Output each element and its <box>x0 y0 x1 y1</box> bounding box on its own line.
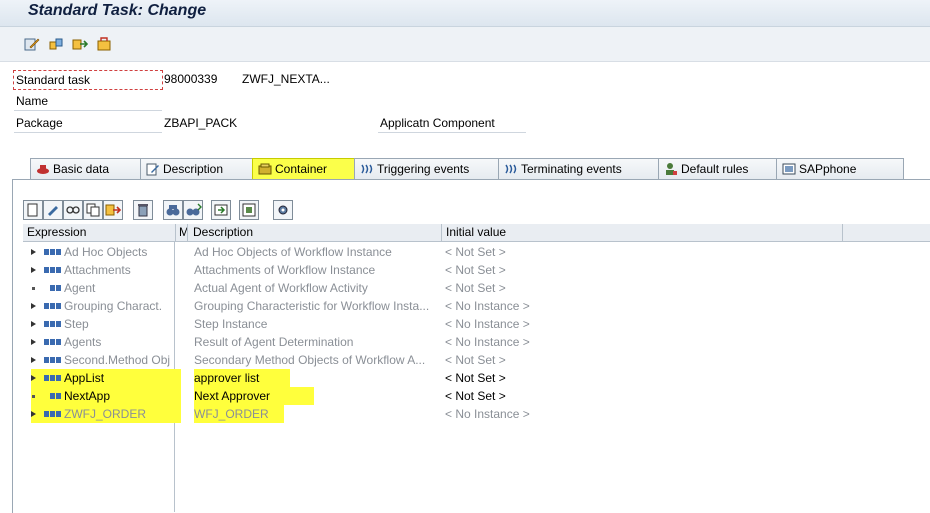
expression-name: Agents <box>64 335 102 349</box>
tab-label: Basic data <box>53 162 110 176</box>
element-description: Step Instance <box>194 317 268 331</box>
delete-icon[interactable] <box>133 200 153 220</box>
tab-label: Container <box>275 162 328 176</box>
transport-icon[interactable] <box>96 36 112 52</box>
event-icon <box>361 164 373 174</box>
table-row[interactable]: Grouping Charact. Grouping Characteristi… <box>23 297 930 315</box>
tab-label: Description <box>163 162 224 176</box>
object-icon <box>44 411 61 417</box>
column-m[interactable]: M <box>175 224 188 241</box>
name-label: Name <box>14 92 162 111</box>
title-bar: Standard Task: Change <box>0 0 930 27</box>
table-row-nextapp[interactable]: NextApp Next Approver < Not Set > <box>23 387 930 405</box>
expression-name: Grouping Charact. <box>64 299 163 313</box>
edit-element-icon[interactable] <box>43 200 63 220</box>
initial-value: < No Instance > <box>445 317 530 331</box>
display-icon[interactable] <box>63 200 83 220</box>
package-label: Package <box>14 114 162 133</box>
tab-label: Triggering events <box>377 162 470 176</box>
standard-task-label: Standard task <box>13 70 163 90</box>
other-object-icon[interactable] <box>48 36 64 52</box>
container-icon <box>258 163 272 175</box>
object-icon <box>44 375 61 381</box>
tab-label: Terminating events <box>521 162 622 176</box>
edit-icon <box>146 163 159 176</box>
table-row[interactable]: Agent Actual Agent of Workflow Activity … <box>23 279 930 297</box>
copy-icon[interactable] <box>83 200 103 220</box>
expression-name: NextApp <box>64 389 111 403</box>
element-description: Ad Hoc Objects of Workflow Instance <box>194 245 392 259</box>
object-icon <box>50 393 61 399</box>
expression-name: Second.Method Obj <box>64 353 171 367</box>
standard-task-id: 98000339 <box>164 72 218 86</box>
tab-triggering-events[interactable]: Triggering events <box>354 158 516 179</box>
object-icon <box>44 321 61 327</box>
settings-icon[interactable] <box>273 200 293 220</box>
column-initial-value[interactable]: Initial value <box>442 224 843 241</box>
expression-name: AppList <box>64 371 105 385</box>
print-icon[interactable] <box>211 200 231 220</box>
application-toolbar <box>0 27 930 62</box>
expression-name: Step <box>64 317 89 331</box>
application-component-label: Applicatn Component <box>378 114 526 133</box>
hat-icon <box>37 165 49 174</box>
element-description: Result of Agent Determination <box>194 335 354 349</box>
user-rule-icon <box>666 163 677 175</box>
column-description[interactable]: Description <box>189 224 442 241</box>
expression-name: ZWFJ_ORDER <box>64 407 146 421</box>
tab-default-rules[interactable]: Default rules <box>658 158 794 179</box>
grid-header: Expression M Description Initial value <box>23 224 930 242</box>
table-row-zwfj-order[interactable]: ZWFJ_ORDER WFJ_ORDER < No Instance > <box>23 405 930 423</box>
standard-task-abbr: ZWFJ_NEXTA... <box>242 72 330 86</box>
phone-icon <box>782 163 796 175</box>
initial-value: < Not Set > <box>445 281 506 295</box>
table-row-applist[interactable]: AppList approver list < Not Set > <box>23 369 930 387</box>
expression-name: Ad Hoc Objects <box>64 245 148 259</box>
table-row[interactable]: Second.Method Obj Secondary Method Objec… <box>23 351 930 369</box>
window-title: Standard Task: Change <box>28 2 207 19</box>
object-icon <box>44 303 61 309</box>
element-description: Attachments of Workflow Instance <box>194 263 376 277</box>
find-next-icon[interactable] <box>183 200 203 220</box>
insert-icon[interactable] <box>103 200 123 220</box>
table-row[interactable]: Attachments Attachments of Workflow Inst… <box>23 261 930 279</box>
column-expression[interactable]: Expression <box>23 224 176 241</box>
initial-value: < No Instance > <box>445 407 530 421</box>
expression-name: Attachments <box>64 263 131 277</box>
table-row[interactable]: Agents Result of Agent Determination < N… <box>23 333 930 351</box>
tabstrip: Basic data Description Container Trigger… <box>0 156 930 180</box>
create-icon[interactable] <box>23 200 43 220</box>
object-icon <box>50 285 61 291</box>
tab-terminating-events[interactable]: Terminating events <box>498 158 676 179</box>
table-row[interactable]: Step Step Instance < No Instance > <box>23 315 930 333</box>
initial-value: < No Instance > <box>445 335 530 349</box>
element-description: Secondary Method Objects of Workflow A..… <box>194 353 426 367</box>
element-description: Actual Agent of Workflow Activity <box>194 281 368 295</box>
initial-value: < Not Set > <box>445 353 506 367</box>
export-icon[interactable] <box>239 200 259 220</box>
object-icon <box>44 267 61 273</box>
initial-value: < Not Set > <box>445 245 506 259</box>
display-change-icon[interactable] <box>24 36 40 52</box>
initial-value: < No Instance > <box>445 299 530 313</box>
table-row[interactable]: Ad Hoc Objects Ad Hoc Objects of Workflo… <box>23 243 930 261</box>
where-used-icon[interactable] <box>72 36 88 52</box>
object-icon <box>44 357 61 363</box>
event-icon <box>505 164 517 174</box>
tab-label: SAPphone <box>799 162 857 176</box>
object-icon <box>44 249 61 255</box>
expression-name: Agent <box>64 281 96 295</box>
package-value: ZBAPI_PACK <box>164 116 238 130</box>
initial-value: < Not Set > <box>445 263 506 277</box>
element-description: approver list <box>194 369 290 387</box>
initial-value: < Not Set > <box>445 371 506 385</box>
element-description: Next Approver <box>194 387 314 405</box>
object-icon <box>44 339 61 345</box>
element-description: Grouping Characteristic for Workflow Ins… <box>194 299 430 313</box>
tab-sapphone[interactable]: SAPphone <box>776 158 904 179</box>
find-icon[interactable] <box>163 200 183 220</box>
initial-value: < Not Set > <box>445 389 506 403</box>
element-description: WFJ_ORDER <box>194 405 284 423</box>
tab-label: Default rules <box>681 162 749 176</box>
